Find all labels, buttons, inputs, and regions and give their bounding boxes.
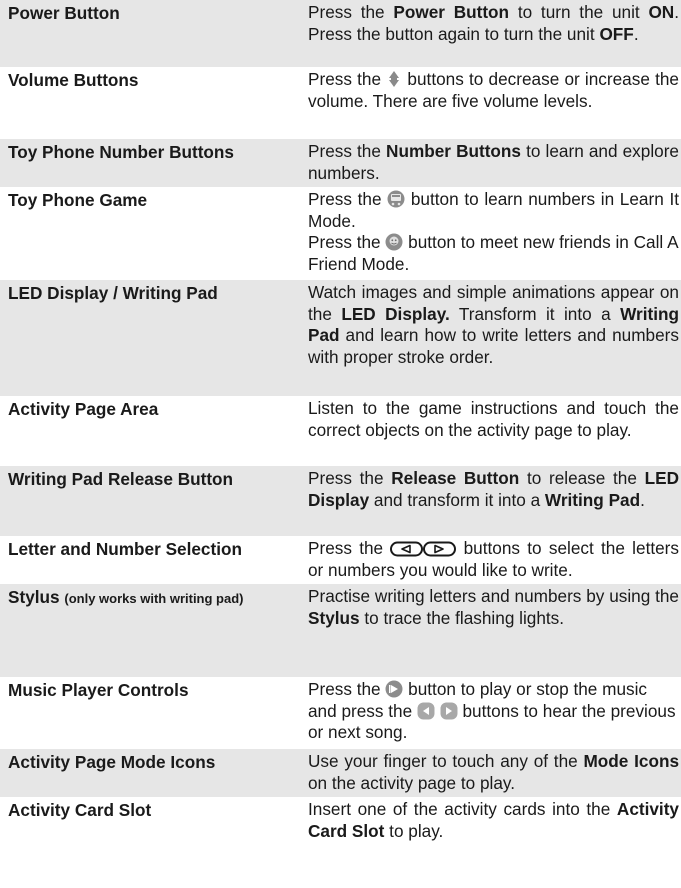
table-row: Stylus (only works with writing pad) Pra…: [0, 584, 681, 677]
next-song-button-icon: [440, 702, 458, 719]
feature-name: Music Player Controls: [8, 680, 189, 700]
feature-description: Insert one of the activity cards into th…: [308, 799, 679, 841]
feature-description: Press the buttons to decrease or increas…: [308, 69, 679, 111]
table-row: Toy Phone Number Buttons Press the Numbe…: [0, 139, 681, 187]
table-row: Volume Buttons Press the buttons to decr…: [0, 67, 681, 139]
feature-description: Watch images and simple animations appea…: [308, 282, 679, 367]
learn-it-button-icon: [387, 190, 405, 208]
left-right-arrow-buttons-icon: [390, 541, 457, 557]
feature-description: Press the buttons to select the letters …: [308, 538, 679, 580]
feature-name: LED Display / Writing Pad: [8, 283, 218, 303]
table-row: Music Player Controls Press the button t…: [0, 677, 681, 749]
feature-name: Activity Card Slot: [8, 800, 152, 820]
feature-description: Press the Number Buttons to learn and ex…: [308, 141, 679, 183]
table-row: Writing Pad Release Button Press the Rel…: [0, 466, 681, 536]
table-row: Activity Card Slot Insert one of the act…: [0, 797, 681, 847]
call-a-friend-button-icon: [385, 233, 403, 251]
feature-description: Listen to the game instructions and touc…: [308, 398, 679, 440]
table-row: LED Display / Writing Pad Watch images a…: [0, 280, 681, 396]
feature-description: Press the button to play or stop the mus…: [308, 679, 676, 742]
volume-buttons-icon: [389, 71, 400, 87]
feature-name: Writing Pad Release Button: [8, 469, 234, 489]
table-row: Activity Page Area Listen to the game in…: [0, 396, 681, 466]
feature-description: Press the button to learn numbers in Lea…: [308, 189, 679, 274]
feature-name: Power Button: [8, 3, 120, 23]
feature-name: Stylus (only works with writing pad): [8, 587, 244, 607]
table-row: Toy Phone Game Press the button to learn…: [0, 187, 681, 280]
table-row: Activity Page Mode Icons Use your finger…: [0, 749, 681, 797]
table-row: Letter and Number Selection Press the bu…: [0, 536, 681, 584]
feature-name: Activity Page Area: [8, 399, 159, 419]
feature-name: Toy Phone Game: [8, 190, 148, 210]
feature-description: Use your finger to touch any of the Mode…: [308, 751, 680, 793]
feature-name: Volume Buttons: [8, 70, 139, 90]
feature-table: Power Button Press the Power Button to t…: [0, 0, 681, 847]
feature-description: Press the Power Button to turn the unit …: [308, 2, 679, 44]
feature-name: Letter and Number Selection: [8, 539, 242, 559]
feature-name: Toy Phone Number Buttons: [8, 142, 234, 162]
previous-song-button-icon: [417, 702, 435, 719]
play-stop-button-icon: [385, 680, 403, 698]
table-row: Power Button Press the Power Button to t…: [0, 0, 681, 67]
feature-name: Activity Page Mode Icons: [8, 752, 216, 772]
feature-description: Practise writing letters and numbers by …: [308, 586, 679, 628]
feature-description: Press the Release Button to release the …: [308, 468, 679, 510]
